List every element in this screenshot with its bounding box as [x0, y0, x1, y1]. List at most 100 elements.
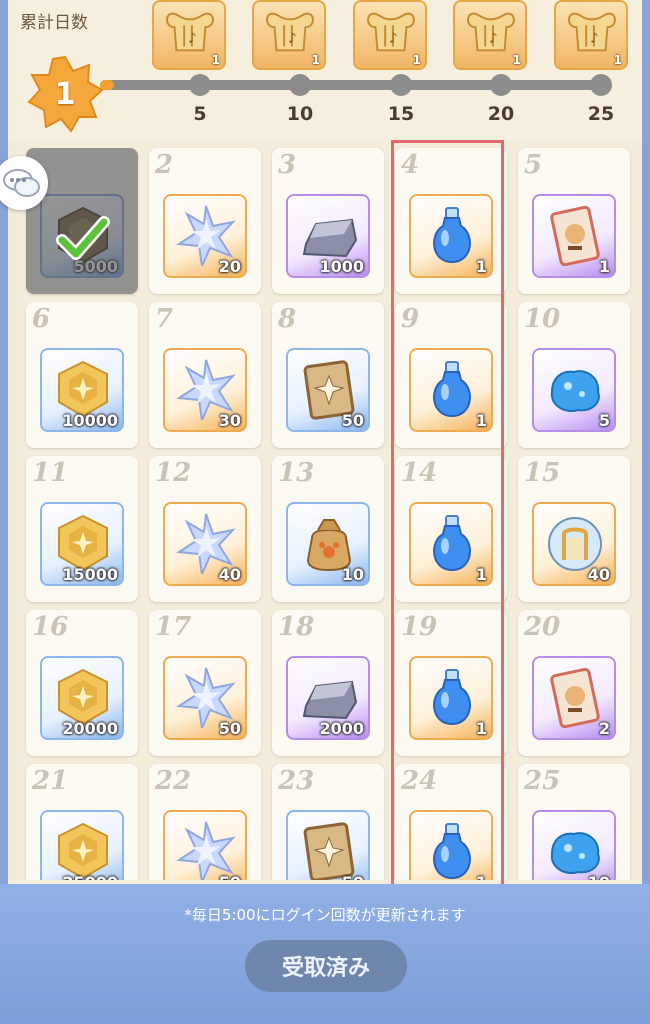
svg-text:♪: ♪	[288, 31, 297, 47]
reward-item: 1	[532, 194, 616, 278]
reward-quantity: 50	[341, 411, 364, 430]
day-number: 2	[155, 150, 174, 180]
reward-quantity: 20	[218, 257, 241, 276]
claimed-button[interactable]: 受取済み	[245, 940, 407, 992]
milestone-label: 25	[587, 103, 615, 125]
reward-cell-day-17[interactable]: 17 50	[149, 610, 261, 756]
day-number: 20	[524, 612, 561, 642]
reward-cell-day-16[interactable]: 16 20000	[26, 610, 138, 756]
progress-track	[100, 80, 600, 90]
reward-quantity: 10000	[62, 411, 118, 430]
day-number: 16	[32, 612, 69, 642]
reward-cell-day-2[interactable]: 2 20	[149, 148, 261, 294]
current-days-value: 1	[54, 76, 76, 112]
reward-cell-day-20[interactable]: 20 2	[518, 610, 630, 756]
day-number: 12	[155, 458, 192, 488]
reward-cell-day-23[interactable]: 23 50	[272, 764, 384, 880]
reward-item: 50	[163, 810, 247, 880]
harp-icon: ♪	[367, 12, 415, 52]
milestone-reward-5[interactable]: ♪ 1	[152, 0, 226, 70]
reward-quantity: 5	[598, 411, 610, 430]
reward-cell-day-5[interactable]: 51	[518, 148, 630, 294]
milestone-reward-20[interactable]: ♪ 1	[453, 0, 527, 70]
reward-item: 20	[163, 194, 247, 278]
milestone-reward-qty: 1	[512, 53, 521, 67]
reward-quantity: 50	[218, 719, 241, 738]
milestone-reward-25[interactable]: ♪ 1	[554, 0, 628, 70]
reward-cell-day-18[interactable]: 18 2000	[272, 610, 384, 756]
reward-cell-day-6[interactable]: 6 10000	[26, 302, 138, 448]
harp-icon: ♪	[568, 12, 616, 52]
reward-quantity: 1000	[319, 257, 364, 276]
reward-quantity: 2	[598, 719, 610, 738]
milestone-label: 20	[487, 103, 515, 125]
reward-item: 15000	[40, 502, 124, 586]
reward-item: 10	[532, 810, 616, 880]
chat-icon	[3, 169, 40, 197]
reward-item: 50	[163, 656, 247, 740]
milestone-node-5	[189, 74, 211, 96]
reward-cell-day-12[interactable]: 12 40	[149, 456, 261, 602]
milestone-reward-qty: 1	[613, 53, 622, 67]
day-number: 17	[155, 612, 192, 642]
harp-icon: ♪	[467, 12, 515, 52]
ticket-icon	[550, 667, 600, 728]
reward-quantity: 10	[588, 873, 610, 880]
reward-cell-day-25[interactable]: 25 10	[518, 764, 630, 880]
reward-cell-day-21[interactable]: 21 25000	[26, 764, 138, 880]
day-number: 25	[524, 766, 561, 796]
day-number: 15	[524, 458, 561, 488]
reward-item: 2	[532, 656, 616, 740]
reward-cell-day-22[interactable]: 22 50	[149, 764, 261, 880]
card-icon	[303, 822, 355, 880]
day-number: 13	[278, 458, 315, 488]
gold-coin-icon	[58, 822, 108, 880]
slime-icon	[550, 370, 600, 412]
reward-quantity: 10	[341, 565, 364, 584]
svg-text:♪: ♪	[489, 31, 498, 47]
day-number: 6	[32, 304, 51, 334]
day-number: 8	[278, 304, 297, 334]
reward-quantity: 30	[218, 411, 241, 430]
reward-item: 50	[286, 810, 370, 880]
milestone-label: 15	[387, 103, 415, 125]
milestone-node-20	[490, 74, 512, 96]
svg-text:♪: ♪	[389, 31, 398, 47]
cumulative-days-label: 累計日数	[20, 13, 88, 33]
reward-cell-day-15[interactable]: 15 40	[518, 456, 630, 602]
milestone-reward-15[interactable]: ♪ 1	[353, 0, 427, 70]
reward-item: 5	[532, 348, 616, 432]
reward-cell-day-3[interactable]: 3 1000	[272, 148, 384, 294]
reward-item: 10	[286, 502, 370, 586]
milestone-node-10	[289, 74, 311, 96]
reward-cell-day-11[interactable]: 11 15000	[26, 456, 138, 602]
milestone-node-15	[390, 74, 412, 96]
day-number: 22	[155, 766, 192, 796]
reward-cell-day-7[interactable]: 7 30	[149, 302, 261, 448]
reward-item: 30	[163, 348, 247, 432]
milestone-label: 10	[286, 103, 314, 125]
reward-cell-day-10[interactable]: 10 5	[518, 302, 630, 448]
day-number: 7	[155, 304, 174, 334]
day-number: 18	[278, 612, 315, 642]
day-number: 5	[524, 150, 543, 180]
chat-button[interactable]	[0, 156, 48, 210]
column-highlight-frame	[391, 140, 504, 887]
reward-quantity: 40	[587, 565, 610, 584]
reward-quantity: 25000	[62, 873, 118, 880]
reward-item: 50	[286, 348, 370, 432]
svg-text:♪: ♪	[188, 31, 197, 47]
reward-cell-day-13[interactable]: 13 10	[272, 456, 384, 602]
reward-item: 20000	[40, 656, 124, 740]
frame-right-edge	[642, 0, 650, 1024]
harp-icon: ♪	[266, 12, 314, 52]
reward-quantity: 20000	[62, 719, 118, 738]
login-reset-note: *毎日5:00にログイン回数が更新されます	[184, 906, 466, 924]
reward-item: 2000	[286, 656, 370, 740]
reward-cell-day-8[interactable]: 8 50	[272, 302, 384, 448]
frame-left-edge	[0, 0, 8, 1024]
milestone-reward-10[interactable]: ♪ 1	[252, 0, 326, 70]
reward-item: 40	[163, 502, 247, 586]
milestone-reward-qty: 1	[311, 53, 320, 67]
milestone-reward-qty: 1	[211, 53, 220, 67]
